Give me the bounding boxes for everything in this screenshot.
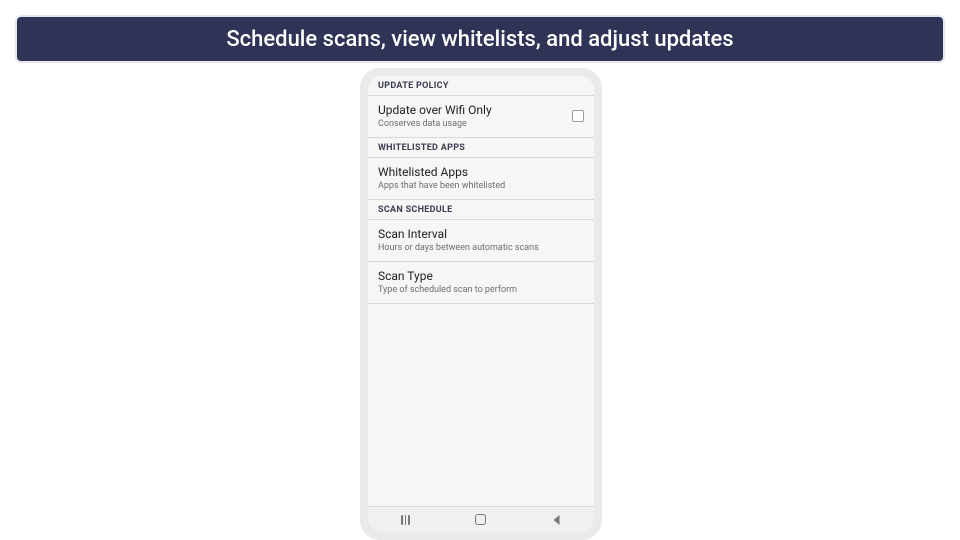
checkbox-wifi-only[interactable]	[572, 110, 584, 122]
row-title: Scan Type	[378, 269, 517, 283]
android-navbar	[368, 506, 594, 532]
row-text: Scan Type Type of scheduled scan to perf…	[378, 269, 517, 295]
row-scan-interval[interactable]: Scan Interval Hours or days between auto…	[368, 220, 594, 262]
row-title: Update over Wifi Only	[378, 103, 492, 117]
row-subtitle: Type of scheduled scan to perform	[378, 285, 517, 295]
nav-home-button[interactable]	[461, 514, 501, 525]
row-whitelisted-apps[interactable]: Whitelisted Apps Apps that have been whi…	[368, 158, 594, 200]
recents-icon	[401, 515, 410, 525]
row-title: Scan Interval	[378, 227, 539, 241]
row-title: Whitelisted Apps	[378, 165, 505, 179]
row-subtitle: Apps that have been whitelisted	[378, 181, 505, 191]
settings-list: UPDATE POLICY Update over Wifi Only Cons…	[368, 76, 594, 506]
nav-back-button[interactable]	[536, 515, 576, 525]
section-header-scan-schedule: SCAN SCHEDULE	[368, 200, 594, 220]
row-text: Scan Interval Hours or days between auto…	[378, 227, 539, 253]
caption-banner: Schedule scans, view whitelists, and adj…	[15, 15, 945, 63]
phone-screen: UPDATE POLICY Update over Wifi Only Cons…	[368, 76, 594, 532]
row-text: Whitelisted Apps Apps that have been whi…	[378, 165, 505, 191]
nav-recents-button[interactable]	[386, 515, 426, 525]
row-scan-type[interactable]: Scan Type Type of scheduled scan to perf…	[368, 262, 594, 304]
section-header-whitelisted-apps: WHITELISTED APPS	[368, 138, 594, 158]
row-subtitle: Conserves data usage	[378, 119, 492, 129]
row-text: Update over Wifi Only Conserves data usa…	[378, 103, 492, 129]
section-header-update-policy: UPDATE POLICY	[368, 76, 594, 96]
home-icon	[475, 514, 486, 525]
row-update-wifi-only[interactable]: Update over Wifi Only Conserves data usa…	[368, 96, 594, 138]
phone-frame: UPDATE POLICY Update over Wifi Only Cons…	[360, 68, 602, 540]
caption-text: Schedule scans, view whitelists, and adj…	[226, 27, 733, 52]
row-subtitle: Hours or days between automatic scans	[378, 243, 539, 253]
back-icon	[553, 515, 559, 525]
